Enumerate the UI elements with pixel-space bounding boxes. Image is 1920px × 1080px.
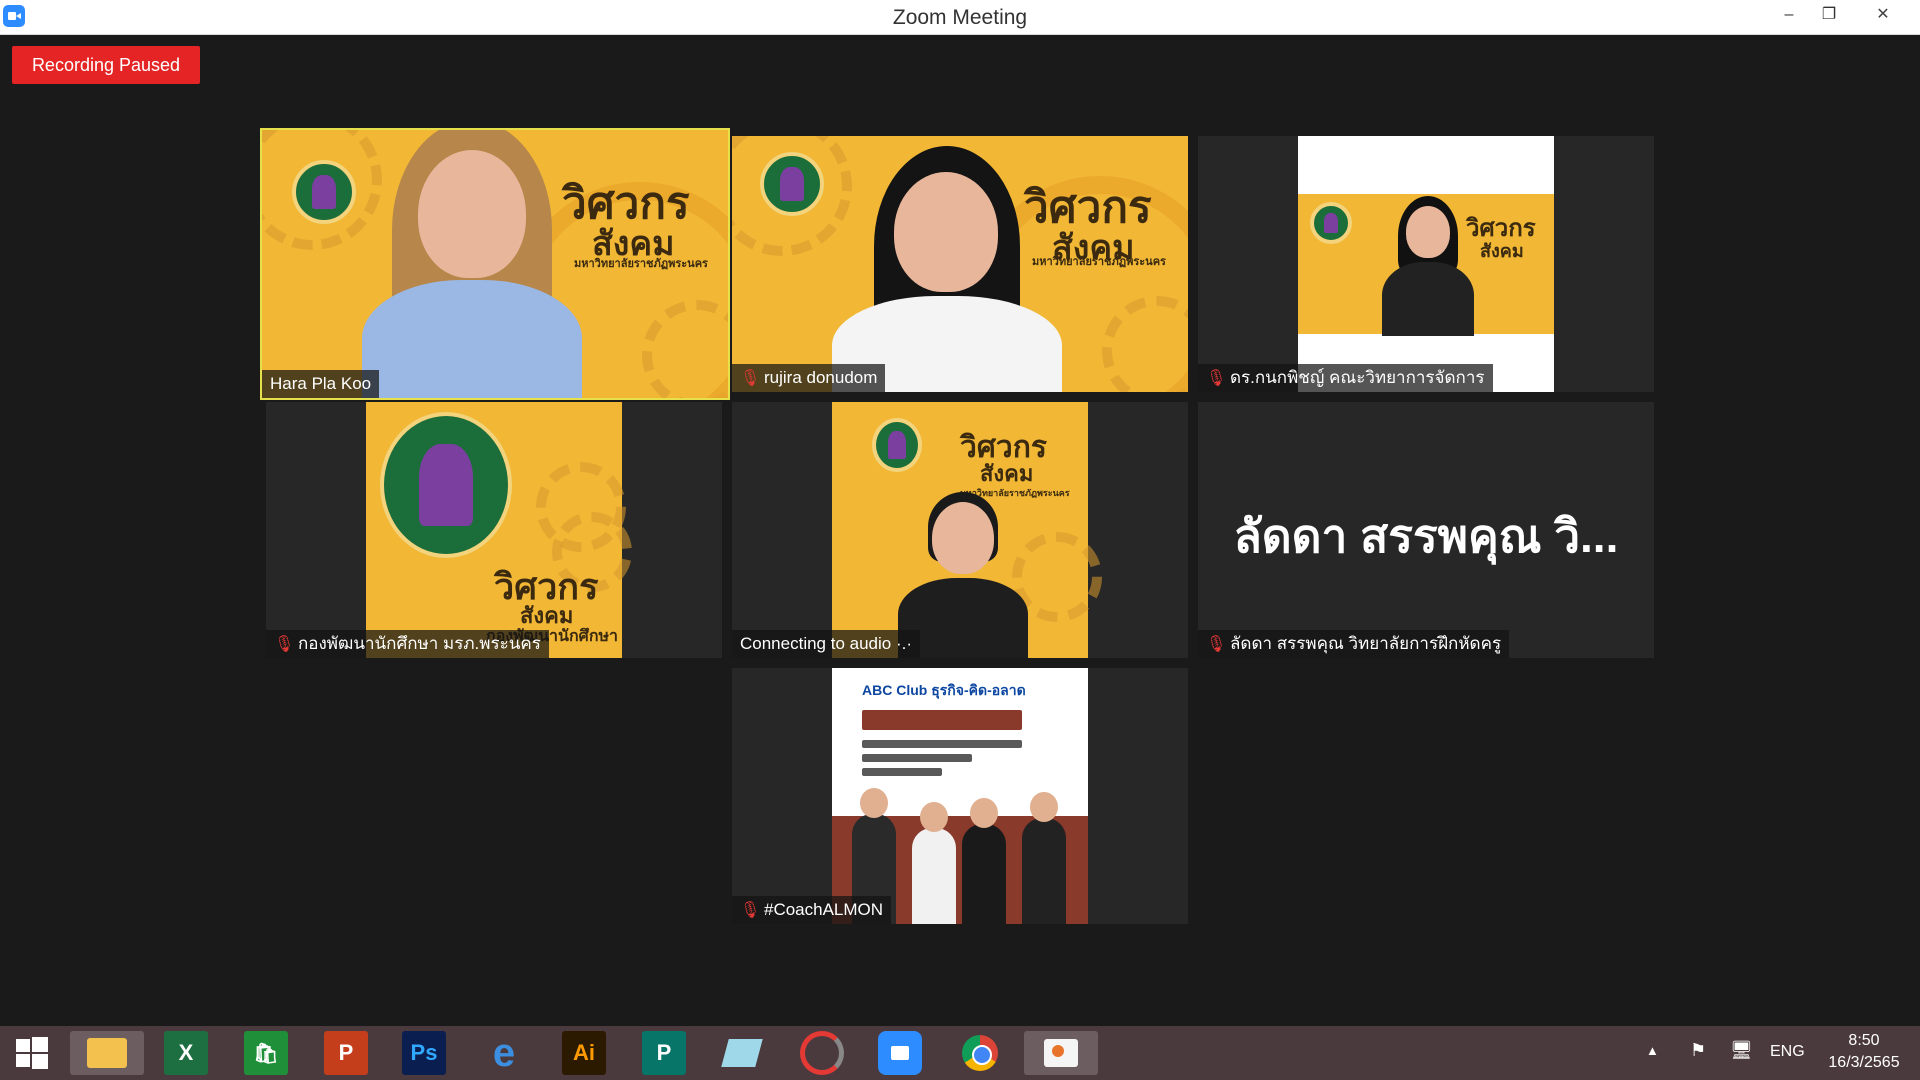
participant-name: ลัดดา สรรพคุณ วิทยาลัยการฝึกหัดครู: [1230, 634, 1502, 653]
poster-headline: [862, 740, 1022, 748]
file-explorer-icon[interactable]: [70, 1031, 144, 1075]
participant-name: ดร.กนกพิชญ์ คณะวิทยาการจัดการ: [1230, 368, 1485, 387]
participant-video: [352, 130, 602, 398]
participant-video: [1368, 196, 1488, 336]
university-logo: [760, 152, 824, 216]
photoscape-icon[interactable]: [800, 1031, 844, 1075]
participant-name: กองพัฒนานักศึกษา มรภ.พระนคร: [298, 634, 541, 653]
action-center-flag-icon[interactable]: ⚑: [1690, 1040, 1706, 1061]
windows-taskbar: X 🛍 P Ps e Ai P ▲ ⚑ 🖥 ENG 8:50 16/3/2565: [0, 1026, 1920, 1080]
clock-time[interactable]: 8:50: [1824, 1032, 1904, 1050]
title-bar: Zoom Meeting – ❐ ✕: [0, 0, 1920, 35]
muted-mic-icon: 🎙: [740, 370, 761, 387]
restore-button[interactable]: ❐: [1806, 0, 1852, 30]
muted-mic-icon: 🎙: [274, 636, 295, 653]
video-tile-coach-almon[interactable]: ABC Club ธุรกิจ-คิด-อลาด 🎙 #CoachALMON: [732, 668, 1188, 924]
windows-start-icon[interactable]: [10, 1031, 54, 1075]
store-icon[interactable]: 🛍: [244, 1031, 288, 1075]
poster-person: [962, 798, 1006, 924]
notepad-icon[interactable]: [720, 1031, 764, 1075]
poster-person: [912, 802, 956, 924]
participant-display-name: ลัดดา สรรพคุณ วิ...: [1233, 510, 1619, 562]
participant-name: #CoachALMON: [764, 900, 884, 919]
excel-icon[interactable]: X: [164, 1031, 208, 1075]
video-tile-ladda-sanpakhun[interactable]: ลัดดา สรรพคุณ วิ... 🎙 ลัดดา สรรพคุณ วิทยา…: [1198, 402, 1654, 658]
participant-name-label: 🎙 กองพัฒนานักศึกษา มรภ.พระนคร: [266, 630, 549, 658]
powerpoint-icon[interactable]: P: [324, 1031, 368, 1075]
video-tile-rujira-donudom[interactable]: วิศวกร สังคม มหาวิทยาลัยราชภัฏพระนคร 🎙 ru…: [732, 136, 1188, 392]
illustrator-icon[interactable]: Ai: [562, 1031, 606, 1075]
poster-host-line: [862, 768, 942, 776]
video-tile-student-affairs[interactable]: วิศวกร สังคม กองพัฒนานักศึกษา 🎙 กองพัฒนาน…: [266, 402, 722, 658]
video-tile-dr-kanokpit[interactable]: วิศวกร สังคม 🎙 ดร.กนกพิชญ์ คณะวิทยาการจัด…: [1198, 136, 1654, 392]
video-tile-hara-pla-koo[interactable]: วิศวกร สังคม มหาวิทยาลัยราชภัฏพระนคร Har…: [260, 128, 730, 400]
university-logo: [872, 418, 922, 472]
poster-tagline: [862, 754, 972, 762]
muted-mic-icon: 🎙: [1206, 636, 1227, 653]
participant-name-label: 🎙 ลัดดา สรรพคุณ วิทยาลัยการฝึกหัดครู: [1198, 630, 1510, 658]
poster-title: ABC Club ธุรกิจ-คิด-อลาด: [862, 682, 1026, 698]
internet-explorer-icon[interactable]: e: [482, 1031, 526, 1075]
muted-mic-icon: 🎙: [740, 902, 761, 919]
language-indicator[interactable]: ENG: [1770, 1043, 1805, 1061]
participant-name-label: 🎙 rujira donudom: [732, 364, 886, 392]
participant-video: [822, 136, 1072, 392]
muted-mic-icon: 🎙: [1206, 370, 1227, 387]
participant-name: rujira donudom: [764, 368, 878, 387]
participant-name-label: Hara Pla Koo: [262, 370, 380, 398]
network-icon[interactable]: 🖥: [1730, 1040, 1753, 1061]
photos-icon[interactable]: [1024, 1031, 1098, 1075]
university-logo: [292, 160, 356, 224]
video-tile-connecting[interactable]: วิศวกร สังคม มหาวิทยาลัยราชภัฏพระนคร Con…: [732, 402, 1188, 658]
chrome-icon[interactable]: [958, 1031, 1002, 1075]
participant-name-label: 🎙 ดร.กนกพิชญ์ คณะวิทยาการจัดการ: [1198, 364, 1493, 392]
event-poster: ABC Club ธุรกิจ-คิด-อลาด: [832, 668, 1088, 924]
clock-date[interactable]: 16/3/2565: [1818, 1054, 1910, 1072]
publisher-icon[interactable]: P: [642, 1031, 686, 1075]
window-title: Zoom Meeting: [892, 6, 1028, 29]
university-logo: [1310, 202, 1352, 244]
connecting-audio-label: Connecting to audio ·.·: [732, 630, 920, 658]
poster-episode-chip: [862, 710, 1022, 730]
photoshop-icon[interactable]: Ps: [402, 1031, 446, 1075]
show-hidden-icons[interactable]: ▲: [1646, 1043, 1659, 1058]
recording-paused-badge[interactable]: Recording Paused: [12, 46, 200, 84]
participant-name-label: 🎙 #CoachALMON: [732, 896, 892, 924]
virtual-background: วิศวกร สังคม กองพัฒนานักศึกษา: [366, 402, 632, 658]
close-button[interactable]: ✕: [1860, 0, 1906, 30]
university-seal: [380, 412, 512, 558]
zoom-taskbar-icon[interactable]: [878, 1031, 922, 1075]
poster-person: [1022, 792, 1066, 924]
